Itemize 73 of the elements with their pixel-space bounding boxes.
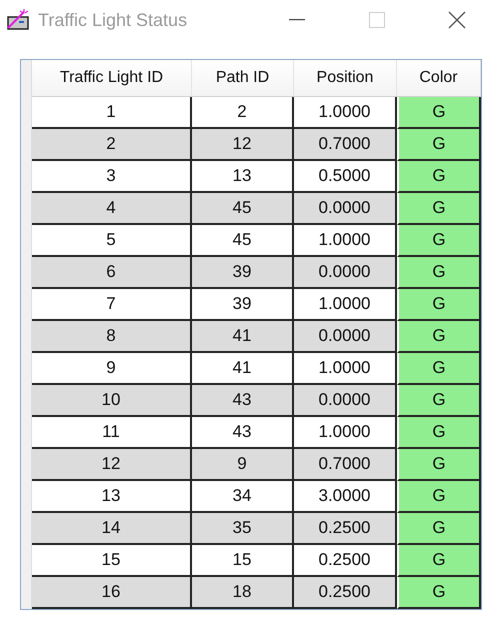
table-cell: 6 [32, 257, 192, 289]
table-cell: 4 [32, 193, 192, 225]
table-cell: 39 [192, 289, 294, 321]
table-cell: 12 [192, 129, 294, 161]
table-cell: 41 [192, 321, 294, 353]
table-cell: 15 [32, 545, 192, 577]
table-cell: 41 [192, 353, 294, 385]
table-cell: 45 [192, 193, 294, 225]
table-cell: 15 [192, 545, 294, 577]
table-cell: 9 [32, 353, 192, 385]
maximize-icon [369, 12, 385, 28]
table-cell: 43 [192, 417, 294, 449]
table-cell: 0.7000 [294, 449, 397, 481]
color-cell: G [397, 545, 481, 577]
table-cell: 11 [32, 417, 192, 449]
color-cell: G [397, 449, 481, 481]
table-cell: 35 [192, 513, 294, 545]
color-cell: G [397, 257, 481, 289]
column-header[interactable]: Path ID [192, 60, 294, 97]
table-cell: 2 [192, 97, 294, 129]
column-header[interactable]: Position [294, 60, 397, 97]
table-cell: 1.0000 [294, 417, 397, 449]
minimize-icon [289, 19, 305, 21]
column-header[interactable]: Color [397, 60, 481, 97]
color-cell: G [397, 97, 481, 129]
table-cell: 1.0000 [294, 97, 397, 129]
color-cell: G [397, 417, 481, 449]
table-cell: 13 [192, 161, 294, 193]
window-title: Traffic Light Status [38, 10, 188, 30]
table-cell: 0.5000 [294, 161, 397, 193]
table-cell: 14 [32, 513, 192, 545]
color-cell: G [397, 385, 481, 417]
table-cell: 2 [32, 129, 192, 161]
table-cell: 0.0000 [294, 257, 397, 289]
table-cell: 45 [192, 225, 294, 257]
color-cell: G [397, 577, 481, 609]
close-icon [448, 11, 466, 29]
color-cell: G [397, 289, 481, 321]
table-cell: 0.2500 [294, 513, 397, 545]
table-cell: 5 [32, 225, 192, 257]
color-cell: G [397, 193, 481, 225]
table-cell: 12 [32, 449, 192, 481]
table-cell: 0.2500 [294, 577, 397, 609]
color-cell: G [397, 161, 481, 193]
table-cell: 1.0000 [294, 353, 397, 385]
table-cell: 3.0000 [294, 481, 397, 513]
table-cell: 0.0000 [294, 385, 397, 417]
column-header[interactable]: Traffic Light ID [32, 60, 192, 97]
table-cell: 34 [192, 481, 294, 513]
color-cell: G [397, 481, 481, 513]
color-cell: G [397, 353, 481, 385]
table-cell: 0.7000 [294, 129, 397, 161]
table-cell: 8 [32, 321, 192, 353]
table-cell: 0.2500 [294, 545, 397, 577]
color-cell: G [397, 513, 481, 545]
table-cell: 0.0000 [294, 193, 397, 225]
table-cell: 3 [32, 161, 192, 193]
table-cell: 43 [192, 385, 294, 417]
table-cell: 16 [32, 577, 192, 609]
table-cell: 1 [32, 97, 192, 129]
color-cell: G [397, 129, 481, 161]
app-icon [6, 8, 32, 32]
table-cell: 1.0000 [294, 289, 397, 321]
color-cell: G [397, 225, 481, 257]
table-cell: 7 [32, 289, 192, 321]
table-cell: 0.0000 [294, 321, 397, 353]
table-cell: 39 [192, 257, 294, 289]
color-cell: G [397, 321, 481, 353]
table-cell: 18 [192, 577, 294, 609]
table-cell: 13 [32, 481, 192, 513]
table-cell: 9 [192, 449, 294, 481]
table-cell: 10 [32, 385, 192, 417]
table-cell: 1.0000 [294, 225, 397, 257]
